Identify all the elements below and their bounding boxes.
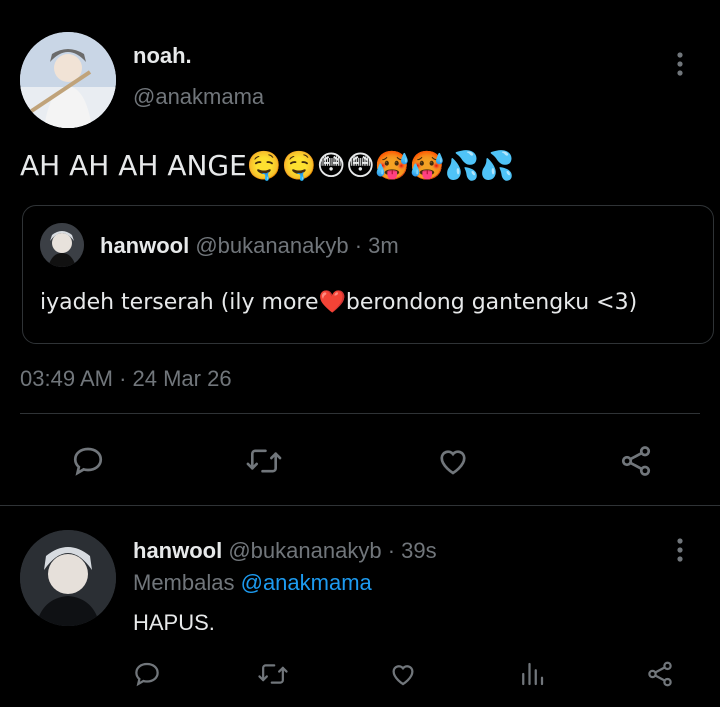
- quoted-author-name[interactable]: hanwool: [100, 233, 189, 258]
- author-avatar[interactable]: [20, 32, 116, 128]
- reply-like-icon[interactable]: [388, 659, 418, 689]
- reply-author-name[interactable]: hanwool: [133, 538, 222, 563]
- retweet-icon[interactable]: [245, 443, 283, 479]
- quoted-text: iyadeh terserah (ily more❤️berondong gan…: [40, 290, 638, 315]
- reply-author-avatar[interactable]: [20, 530, 116, 626]
- reply-reply-icon[interactable]: [132, 659, 162, 689]
- author-handle[interactable]: @anakmama: [133, 84, 264, 110]
- reply-to-link[interactable]: @anakmama: [241, 570, 372, 595]
- author-name[interactable]: noah.: [133, 43, 192, 69]
- more-vertical-icon[interactable]: [668, 50, 692, 78]
- reply-context: Membalas @anakmama: [133, 570, 372, 596]
- reply-more-vertical-icon[interactable]: [668, 536, 692, 564]
- views-icon[interactable]: [517, 659, 547, 689]
- reply-text: HAPUS.: [133, 610, 215, 635]
- reply-prefix: Membalas: [133, 570, 235, 595]
- share-icon[interactable]: [618, 443, 654, 479]
- reply-retweet-icon[interactable]: [257, 659, 289, 689]
- tweet-timestamp[interactable]: 03:49 AM · 24 Mar 26: [20, 366, 232, 392]
- quoted-tweet-card[interactable]: [22, 205, 714, 344]
- quoted-author-handle[interactable]: @bukananakyb: [195, 233, 348, 258]
- thread-divider: [0, 505, 720, 506]
- reply-icon[interactable]: [70, 443, 106, 479]
- quoted-author-line: hanwool @bukananakyb · 3m: [100, 233, 399, 259]
- divider: [20, 413, 700, 414]
- like-icon[interactable]: [435, 443, 471, 479]
- reply-author-line: hanwool @bukananakyb · 39s: [133, 538, 437, 564]
- reply-age: · 39s: [387, 538, 437, 563]
- reply-share-icon[interactable]: [645, 659, 675, 689]
- tweet-text: AH AH AH ANGE🤤🤤😳😳🥵🥵💦💦: [20, 149, 515, 182]
- quoted-age: · 3m: [354, 233, 399, 258]
- quoted-author-avatar: [40, 223, 84, 267]
- reply-author-handle[interactable]: @bukananakyb: [228, 538, 381, 563]
